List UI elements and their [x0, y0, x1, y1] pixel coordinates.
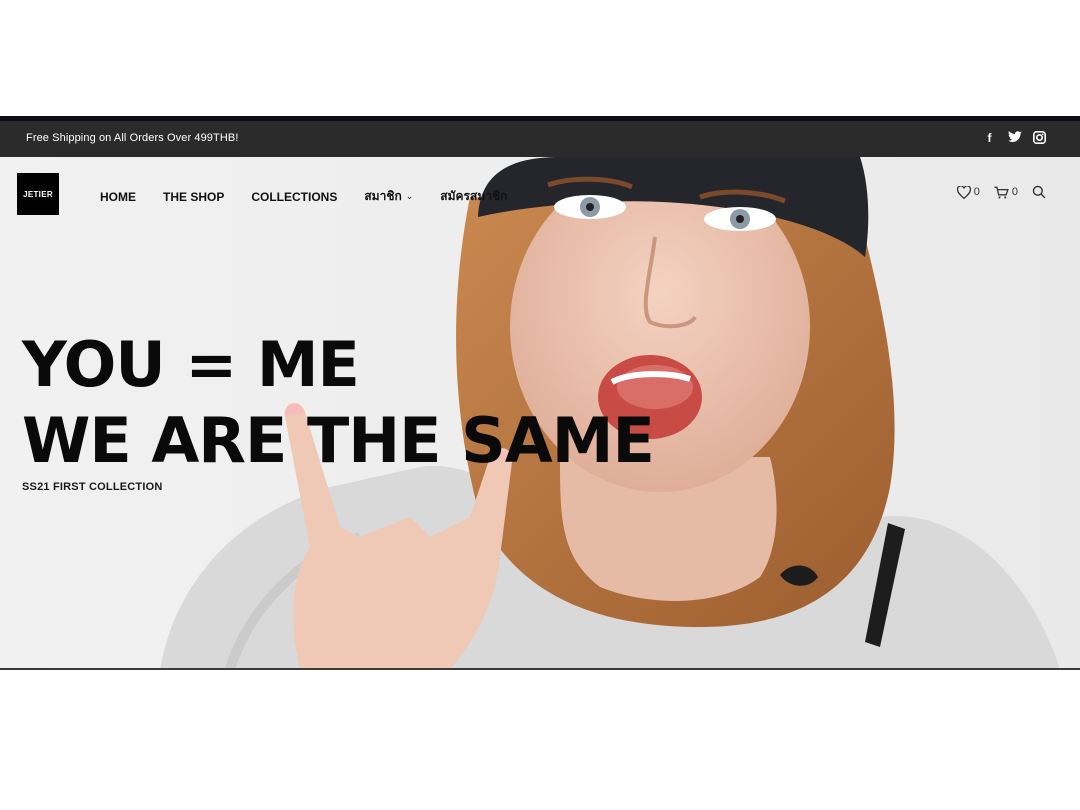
heart-icon: [956, 185, 971, 199]
frame-bottom-edge: [0, 668, 1080, 670]
cart-button[interactable]: 0: [994, 186, 1018, 199]
nav-collections-label: COLLECTIONS: [251, 189, 338, 204]
nav-member-label: สมาชิก: [364, 189, 402, 203]
chevron-down-icon: ⌄: [405, 191, 414, 201]
hero-headline: YOU = ME WE ARE THE SAME: [22, 327, 655, 479]
wishlist-button[interactable]: 0: [956, 185, 980, 199]
nav-member[interactable]: สมาชิก ⌄: [364, 187, 413, 206]
instagram-icon[interactable]: [1033, 131, 1046, 145]
hero-headline-line1: YOU = ME: [22, 328, 360, 401]
frame-top-edge: [0, 116, 1080, 121]
announcement-bar: Free Shipping on All Orders Over 499THB!…: [0, 121, 1080, 157]
search-icon[interactable]: [1032, 185, 1046, 199]
cart-count: 0: [1011, 186, 1018, 198]
nav-home[interactable]: HOME: [100, 190, 136, 204]
nav-register[interactable]: สมัครสมาชิก: [440, 187, 507, 206]
nav-register-label: สมัครสมาชิก: [440, 189, 508, 203]
website-frame: Free Shipping on All Orders Over 499THB!…: [0, 116, 1080, 669]
hero-headline-line2: WE ARE THE SAME: [22, 404, 655, 477]
twitter-icon[interactable]: [1008, 131, 1022, 145]
cart-icon: [994, 186, 1009, 198]
nav-home-label: HOME: [100, 189, 136, 204]
social-links: f: [983, 131, 1046, 145]
wishlist-count: 0: [973, 186, 980, 198]
nav-collections[interactable]: COLLECTIONS: [251, 190, 337, 204]
hero-subtitle[interactable]: SS21 FIRST COLLECTION: [22, 481, 163, 493]
main-nav: HOME THE SHOP COLLECTIONS สมาชิก ⌄ สมัครส…: [100, 187, 534, 206]
facebook-icon[interactable]: f: [983, 131, 996, 145]
announcement-text: Free Shipping on All Orders Over 499THB!: [26, 132, 239, 144]
site-logo[interactable]: JETIER: [17, 173, 59, 215]
header-icons: 0 0: [956, 185, 1046, 199]
nav-the-shop-label: THE SHOP: [163, 189, 225, 204]
nav-the-shop[interactable]: THE SHOP: [163, 190, 224, 204]
site-header: JETIER HOME THE SHOP COLLECTIONS สมาชิก ⌄…: [0, 157, 1080, 229]
